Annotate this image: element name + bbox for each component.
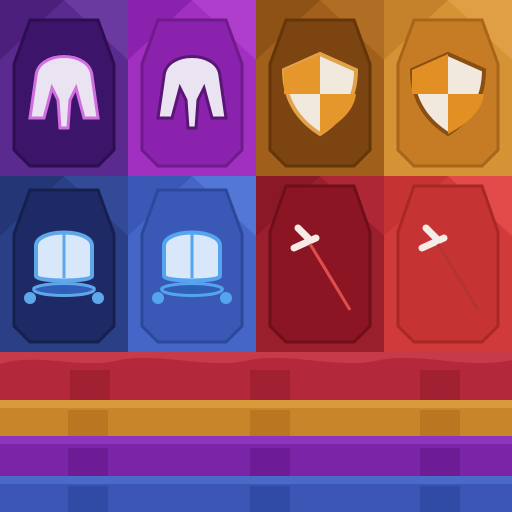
helmet-icon <box>156 55 228 130</box>
tile-sword-light <box>384 176 512 352</box>
strip-orange <box>0 400 512 436</box>
tile-helmet-light <box>128 0 256 176</box>
tile-armor-light <box>128 176 256 352</box>
helmet-icon <box>28 55 100 130</box>
strip-blue <box>0 476 512 512</box>
strip-purple <box>0 436 512 476</box>
armor-icon <box>152 230 232 304</box>
strip-red <box>0 352 512 400</box>
armor-icon <box>24 230 104 304</box>
tile-helmet-dark <box>0 0 128 176</box>
tile-armor-dark <box>0 176 128 352</box>
tile-shield-dark <box>256 0 384 176</box>
sprite-sheet <box>0 0 512 512</box>
tile-sword-dark <box>256 176 384 352</box>
tile-shield-light <box>384 0 512 176</box>
